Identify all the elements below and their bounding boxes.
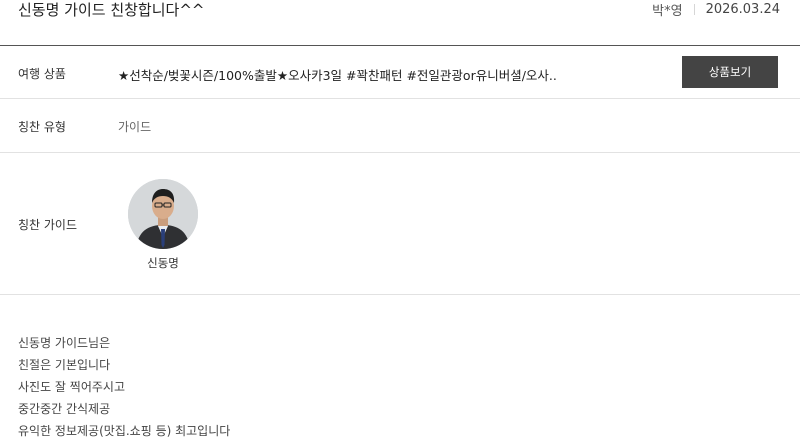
praise-type-value: 가이드 — [118, 120, 152, 134]
post-header: 신동명 가이드 친창합니다^^ 박*영 2026.03.24 — [0, 0, 800, 46]
guide-card[interactable]: 신동명 — [127, 179, 199, 271]
praise-type-row: 칭찬 유형 가이드 — [0, 99, 800, 153]
person-photo-icon — [128, 179, 198, 249]
body-line: 중간중간 간식제공 — [18, 402, 111, 416]
praise-guide-label: 칭찬 가이드 — [18, 218, 78, 232]
praise-body: 신동명 가이드님은 친절은 기본입니다 사진도 잘 찍어주시고 중간중간 간식제… — [18, 332, 230, 440]
post-meta: 박*영 2026.03.24 — [652, 0, 780, 19]
post-title: 신동명 가이드 친창합니다^^ — [18, 1, 205, 19]
praise-type-label: 칭찬 유형 — [18, 120, 66, 134]
product-row: 여행 상품 ★선착순/벚꽃시즌/100%출발★오사카3일 #꽉찬패턴 #전일관광… — [0, 46, 800, 99]
body-line: 신동명 가이드님은 — [18, 336, 111, 350]
guide-avatar — [128, 179, 198, 249]
body-line: 사진도 잘 찍어주시고 — [18, 380, 125, 394]
guide-name: 신동명 — [147, 256, 179, 270]
praise-guide-row: 칭찬 가이드 신동명 — [0, 153, 800, 295]
view-product-button[interactable]: 상품보기 — [682, 56, 778, 88]
post-date: 2026.03.24 — [705, 2, 780, 17]
body-line: 유익한 정보제공(맛집.쇼핑 등) 최고입니다 — [18, 424, 231, 438]
meta-divider — [693, 4, 695, 15]
body-line: 친절은 기본입니다 — [18, 358, 111, 372]
product-label: 여행 상품 — [18, 67, 66, 81]
post-author: 박*영 — [652, 4, 683, 19]
product-name: ★선착순/벚꽃시즌/100%출발★오사카3일 #꽉찬패턴 #전일관광or유니버셜… — [118, 68, 558, 83]
